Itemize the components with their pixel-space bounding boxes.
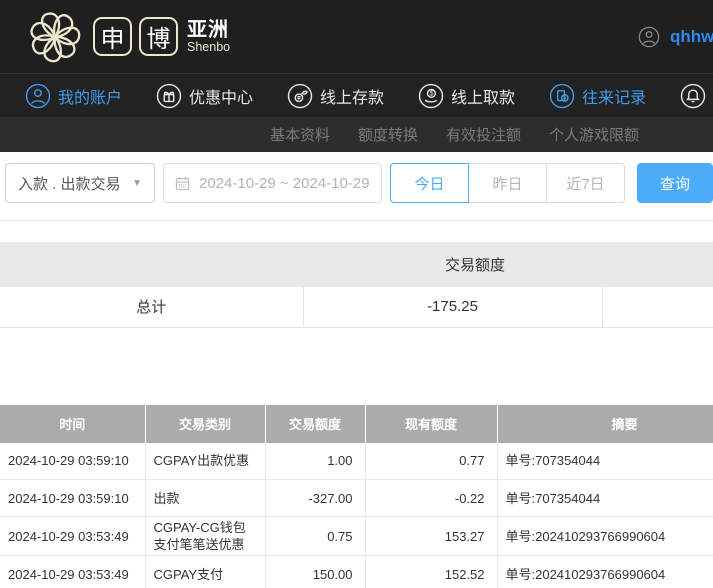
flower-logo-icon <box>30 12 81 62</box>
sub-nav: 基本资料 额度转换 有效投注额 个人游戏限额 <box>0 117 713 152</box>
nav-item-online-deposit[interactable]: 线上存款 <box>287 83 384 109</box>
user-account-area[interactable]: qhhw <box>638 0 713 73</box>
brand-logo[interactable]: 申 博 亚洲 Shenbo <box>24 6 230 68</box>
transactions-header-row: 时间 交易类别 交易额度 现有额度 摘要 <box>0 404 713 443</box>
summary-total-value: -175.25 <box>302 287 602 328</box>
cell-amount: 150.00 <box>264 555 365 588</box>
user-avatar-icon <box>638 26 660 47</box>
summary-total-row: 总计 -175.25 <box>0 287 713 328</box>
transactions-table: 时间 交易类别 交易额度 现有额度 摘要 2024-10-29 03:59:10… <box>0 404 713 588</box>
subnav-item-credit-transfer[interactable]: 额度转换 <box>358 124 418 145</box>
logo-char-box: 博 <box>139 17 178 56</box>
cell-amount: -327.00 <box>264 479 365 517</box>
cell-type: CGPAY-CG钱包支付笔笔送优惠 <box>144 516 265 556</box>
main-nav: 我的账户 优惠中心 线上存款 $ 线上取款 往来记录 <box>0 73 713 117</box>
col-header-type: 交易类别 <box>144 404 265 443</box>
summary-title: 交易额度 <box>0 242 713 287</box>
col-header-balance: 现有额度 <box>364 404 497 443</box>
today-button[interactable]: 今日 <box>390 163 469 203</box>
quick-date-button-group: 今日 昨日 近7日 <box>390 163 625 203</box>
bell-icon <box>680 83 706 108</box>
cell-remark: 单号:707354044 <box>496 442 713 480</box>
cell-remark: 单号:202410293766990604 <box>496 555 713 588</box>
cell-type: 出款 <box>144 479 265 517</box>
nav-item-messages[interactable]: 信息 <box>680 83 713 109</box>
nav-label: 线上存款 <box>320 89 385 107</box>
top-header: 申 博 亚洲 Shenbo qhhw <box>0 0 713 73</box>
withdraw-hand-icon: $ <box>418 83 444 108</box>
col-header-amount: 交易额度 <box>264 404 365 443</box>
user-icon <box>25 83 51 108</box>
cell-remark: 单号:202410293766990604 <box>496 516 713 556</box>
transactions-body: 2024-10-29 03:59:10 CGPAY出款优惠 1.00 0.77 … <box>0 442 713 588</box>
logo-char-box: 申 <box>93 17 132 56</box>
nav-label: 我的账户 <box>58 89 123 107</box>
cell-time: 2024-10-29 03:59:10 <box>0 479 145 517</box>
date-range-input[interactable]: 2024-10-29 ~ 2024-10-29 <box>162 163 382 203</box>
svg-text:$: $ <box>430 90 434 97</box>
chevron-down-icon: ▼ <box>132 177 142 189</box>
yesterday-button[interactable]: 昨日 <box>468 163 547 203</box>
nav-item-transaction-records[interactable]: 往来记录 <box>549 83 646 109</box>
summary-empty-cell <box>601 287 713 328</box>
username[interactable]: qhhw <box>670 27 713 47</box>
transaction-type-select[interactable]: 入款 . 出款交易 ▼ <box>5 163 155 203</box>
gift-icon <box>156 83 182 108</box>
summary-table: 交易额度 总计 -175.25 <box>0 242 713 328</box>
cell-amount: 0.75 <box>264 516 365 556</box>
subnav-item-basic-info[interactable]: 基本资料 <box>270 124 330 145</box>
last-7-days-button[interactable]: 近7日 <box>546 163 625 203</box>
transaction-row: 2024-10-29 03:59:10 出款 -327.00 -0.22 单号:… <box>0 479 713 517</box>
cell-balance: -0.22 <box>364 479 497 517</box>
cell-time: 2024-10-29 03:53:49 <box>0 516 145 556</box>
col-header-remark: 摘要 <box>496 404 713 443</box>
cell-remark: 单号:707354044 <box>496 479 713 517</box>
nav-item-my-account[interactable]: 我的账户 <box>25 83 122 109</box>
deposit-coin-icon <box>287 83 313 108</box>
cell-time: 2024-10-29 03:59:10 <box>0 442 145 480</box>
col-header-time: 时间 <box>0 404 145 443</box>
cell-amount: 1.00 <box>264 442 365 480</box>
transaction-row: 2024-10-29 03:53:49 CGPAY-CG钱包支付笔笔送优惠 0.… <box>0 516 713 556</box>
cell-balance: 152.52 <box>364 555 497 588</box>
cell-balance: 153.27 <box>364 516 497 556</box>
date-range-value: 2024-10-29 ~ 2024-10-29 <box>198 174 370 192</box>
logo-en-text: Shenbo <box>187 39 231 54</box>
subnav-item-valid-bets[interactable]: 有效投注额 <box>446 124 521 145</box>
summary-header-row: 交易额度 <box>0 242 713 287</box>
transaction-row: 2024-10-29 03:53:49 CGPAY支付 150.00 152.5… <box>0 555 713 588</box>
records-clipboard-icon <box>549 83 575 108</box>
nav-item-promotions[interactable]: 优惠中心 <box>156 83 253 109</box>
nav-label: 往来记录 <box>582 89 647 107</box>
filter-bar: 入款 . 出款交易 ▼ 2024-10-29 ~ 2024-10-29 今日 昨… <box>5 163 713 203</box>
nav-label: 优惠中心 <box>189 89 254 107</box>
nav-label: 线上取款 <box>451 89 516 107</box>
summary-total-label: 总计 <box>0 287 303 328</box>
cell-time: 2024-10-29 03:53:49 <box>0 555 145 588</box>
logo-region-text: 亚洲 <box>187 18 229 41</box>
subnav-item-game-limits[interactable]: 个人游戏限额 <box>549 124 639 145</box>
cell-type: CGPAY出款优惠 <box>144 442 265 480</box>
cell-balance: 0.77 <box>364 442 497 480</box>
search-button[interactable]: 查询 <box>637 163 713 203</box>
transaction-row: 2024-10-29 03:59:10 CGPAY出款优惠 1.00 0.77 … <box>0 442 713 480</box>
cell-type: CGPAY支付 <box>144 555 265 588</box>
calendar-icon <box>175 176 190 190</box>
section-divider <box>0 220 713 221</box>
transaction-type-value: 入款 . 出款交易 <box>18 175 121 193</box>
nav-item-online-withdrawal[interactable]: $ 线上取款 <box>418 83 515 109</box>
